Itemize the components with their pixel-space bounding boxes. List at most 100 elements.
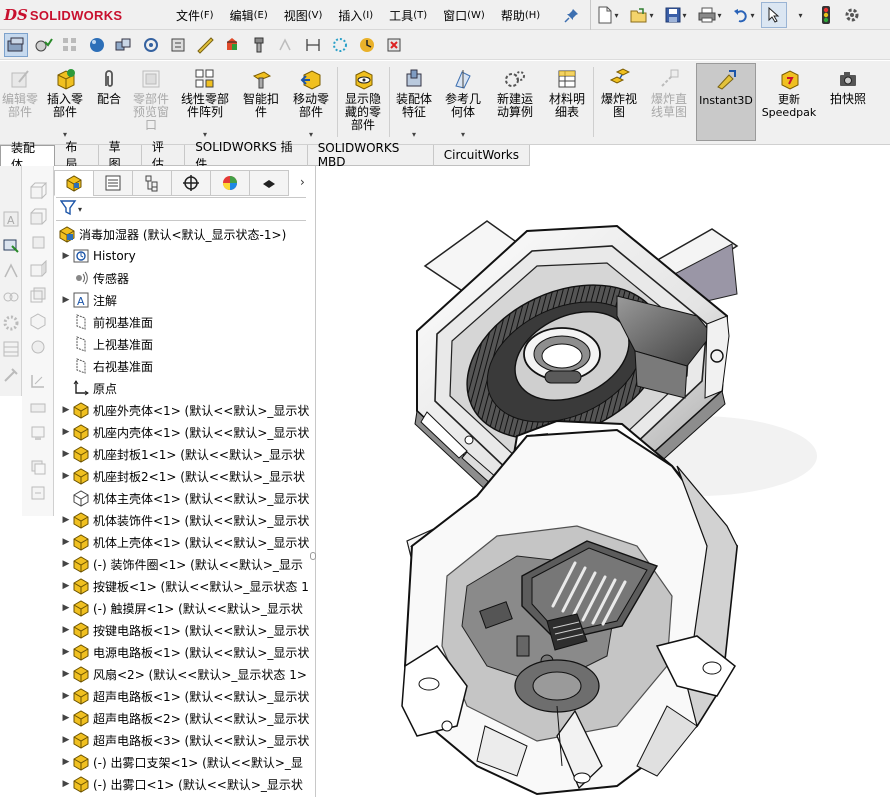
- component-preview-button[interactable]: 零部件 预览窗 口: [128, 63, 174, 141]
- bill-of-materials-button[interactable]: 材料明 细表: [542, 63, 592, 141]
- expand-arrow-icon[interactable]: ▶: [60, 251, 72, 261]
- performance-icon[interactable]: [355, 33, 379, 57]
- exploded-view-button[interactable]: 爆炸视 图: [594, 63, 644, 141]
- tab-0[interactable]: 装配体: [0, 141, 56, 172]
- tree-item[interactable]: ▶ 超声电路板<3> (默认<<默认>_显示状: [54, 729, 316, 751]
- expand-arrow-icon[interactable]: ▶: [60, 779, 72, 789]
- tree-item[interactable]: ▶ History: [54, 245, 316, 267]
- menu-item-4[interactable]: 工具 (T): [381, 0, 435, 30]
- featuremanager-tab[interactable]: [54, 170, 94, 196]
- save-icon[interactable]: ▾: [659, 2, 693, 28]
- expand-arrow-icon[interactable]: ▶: [60, 295, 72, 305]
- menu-item-5[interactable]: 窗口 (W): [435, 0, 493, 30]
- view-top-icon[interactable]: [29, 234, 47, 252]
- tab-2[interactable]: 草图: [98, 140, 142, 171]
- view-back-icon[interactable]: [29, 286, 47, 304]
- delete-component-icon[interactable]: [382, 33, 406, 57]
- expand-arrow-icon[interactable]: ▶: [60, 449, 72, 459]
- cam-manager-tab[interactable]: [249, 170, 289, 196]
- update-speedpak-button[interactable]: 更新 Speedpak: [758, 63, 820, 141]
- annotation-strip-icon[interactable]: A: [2, 210, 20, 228]
- rebuild-icon[interactable]: [813, 2, 839, 28]
- tree-item[interactable]: ▶ 按键板<1> (默认<<默认>_显示状态 1: [54, 575, 316, 597]
- table-strip-icon[interactable]: [2, 340, 20, 358]
- assembly-view-icon[interactable]: [4, 32, 28, 57]
- mate-button[interactable]: 配合: [90, 63, 128, 141]
- expand-arrow-icon[interactable]: ▶: [60, 603, 72, 613]
- view-iso-icon[interactable]: [29, 312, 47, 330]
- apply-scene-icon[interactable]: [29, 458, 47, 476]
- expand-arrow-icon[interactable]: ▶: [60, 537, 72, 547]
- hole-alignment-icon[interactable]: [166, 33, 190, 57]
- sketch-strip-icon[interactable]: [2, 262, 20, 280]
- tree-item[interactable]: 机体主壳体<1> (默认<<默认>_显示状: [54, 487, 316, 509]
- move-component-dropdown[interactable]: ▾: [309, 130, 313, 139]
- tree-item[interactable]: ▶ (-) 出雾口<1> (默认<<默认>_显示状: [54, 773, 316, 795]
- new-motion-study-button[interactable]: 新建运 动算例: [490, 63, 540, 141]
- select-icon[interactable]: [761, 2, 787, 28]
- view-front-icon[interactable]: [29, 208, 47, 226]
- expand-arrow-icon[interactable]: ▶: [60, 625, 72, 635]
- open-icon[interactable]: ▾: [625, 2, 659, 28]
- tree-item[interactable]: ▶ 电源电路板<1> (默认<<默认>_显示状: [54, 641, 316, 663]
- filter-dropdown-icon[interactable]: ▾: [78, 205, 82, 214]
- panel-resize-handle[interactable]: [310, 552, 316, 560]
- appearance-sphere-icon[interactable]: [85, 33, 109, 57]
- configurationmanager-tab[interactable]: [132, 170, 172, 196]
- show-hidden-components-button[interactable]: 显示隐 藏的零 部件: [338, 63, 388, 141]
- tree-item[interactable]: ▶ (-) 装饰件圈<1> (默认<<默认>_显示: [54, 553, 316, 575]
- expand-arrow-icon[interactable]: ▶: [60, 669, 72, 679]
- tree-item[interactable]: 原点: [54, 377, 316, 399]
- filter-icon[interactable]: [59, 199, 78, 219]
- tree-item[interactable]: ▶ 机体装饰件<1> (默认<<默认>_显示状: [54, 509, 316, 531]
- hide-show-icon[interactable]: [29, 398, 47, 416]
- pattern-icon[interactable]: [58, 33, 82, 57]
- insert-component-button[interactable]: 插入零 部件 ▾: [40, 63, 90, 141]
- explode-line-sketch-button[interactable]: 爆炸直 线草图: [644, 63, 694, 141]
- view-dimetric-icon[interactable]: [29, 338, 47, 356]
- expand-arrow-icon[interactable]: ▶: [60, 405, 72, 415]
- instant3d-button[interactable]: Instant3D: [696, 63, 756, 141]
- tree-item[interactable]: 上视基准面: [54, 333, 316, 355]
- edit-component-button[interactable]: 编辑零 部件: [0, 63, 40, 141]
- menu-item-3[interactable]: 插入 (I): [330, 0, 381, 30]
- bolt-icon[interactable]: [247, 33, 271, 57]
- displaymanager-tab[interactable]: [210, 170, 250, 196]
- tree-item[interactable]: ▶ 超声电路板<1> (默认<<默认>_显示状: [54, 685, 316, 707]
- tree-item[interactable]: ▶ 风扇<2> (默认<<默认>_显示状态 1>: [54, 663, 316, 685]
- tree-item[interactable]: 右视基准面: [54, 355, 316, 377]
- tab-3[interactable]: 评估: [141, 140, 186, 171]
- assembly-features-button[interactable]: 装配体 特征 ▾: [390, 63, 438, 141]
- dimension-icon[interactable]: [301, 33, 325, 57]
- expand-arrow-icon[interactable]: ▶: [60, 713, 72, 723]
- undo-icon[interactable]: ▾: [727, 2, 761, 28]
- chain-strip-icon[interactable]: [2, 288, 20, 306]
- move-component-button[interactable]: 移动零 部件 ▾: [286, 63, 336, 141]
- tab-6[interactable]: CircuitWorks: [433, 145, 530, 166]
- expand-arrow-icon[interactable]: ▶: [60, 515, 72, 525]
- tree-item[interactable]: ▶ 机座内壳体<1> (默认<<默认>_显示状: [54, 421, 316, 443]
- tree-item[interactable]: ▶ 超声电路板<2> (默认<<默认>_显示状: [54, 707, 316, 729]
- expand-arrow-icon[interactable]: ▶: [60, 427, 72, 437]
- mass-properties-icon[interactable]: [220, 33, 244, 57]
- view-right-icon[interactable]: [29, 259, 47, 278]
- section-view-icon[interactable]: [29, 372, 47, 390]
- panel-expand-icon[interactable]: ›: [300, 175, 305, 189]
- clearance-icon[interactable]: [139, 33, 163, 57]
- display-pane-icon[interactable]: [328, 33, 352, 57]
- solidworks-logo[interactable]: DS SOLIDWORKS: [4, 4, 122, 26]
- assembly-features-dropdown[interactable]: ▾: [412, 130, 416, 139]
- sketch-disabled-icon[interactable]: [274, 33, 298, 57]
- options-icon[interactable]: [839, 2, 865, 28]
- menu-item-1[interactable]: 编辑 (E): [222, 0, 276, 30]
- graphics-area[interactable]: [317, 166, 890, 797]
- expand-arrow-icon[interactable]: ▶: [60, 581, 72, 591]
- select-dropdown-icon[interactable]: ▾: [787, 2, 813, 28]
- expand-arrow-icon[interactable]: ▶: [60, 647, 72, 657]
- assembly-strip-icon[interactable]: [2, 236, 20, 254]
- interference-icon[interactable]: [112, 33, 136, 57]
- gear-strip-icon[interactable]: [2, 314, 20, 332]
- view-cube-icon[interactable]: [29, 182, 48, 200]
- tree-item[interactable]: 传感器: [54, 267, 316, 289]
- tree-root[interactable]: 消毒加湿器 (默认<默认_显示状态-1>): [54, 223, 316, 245]
